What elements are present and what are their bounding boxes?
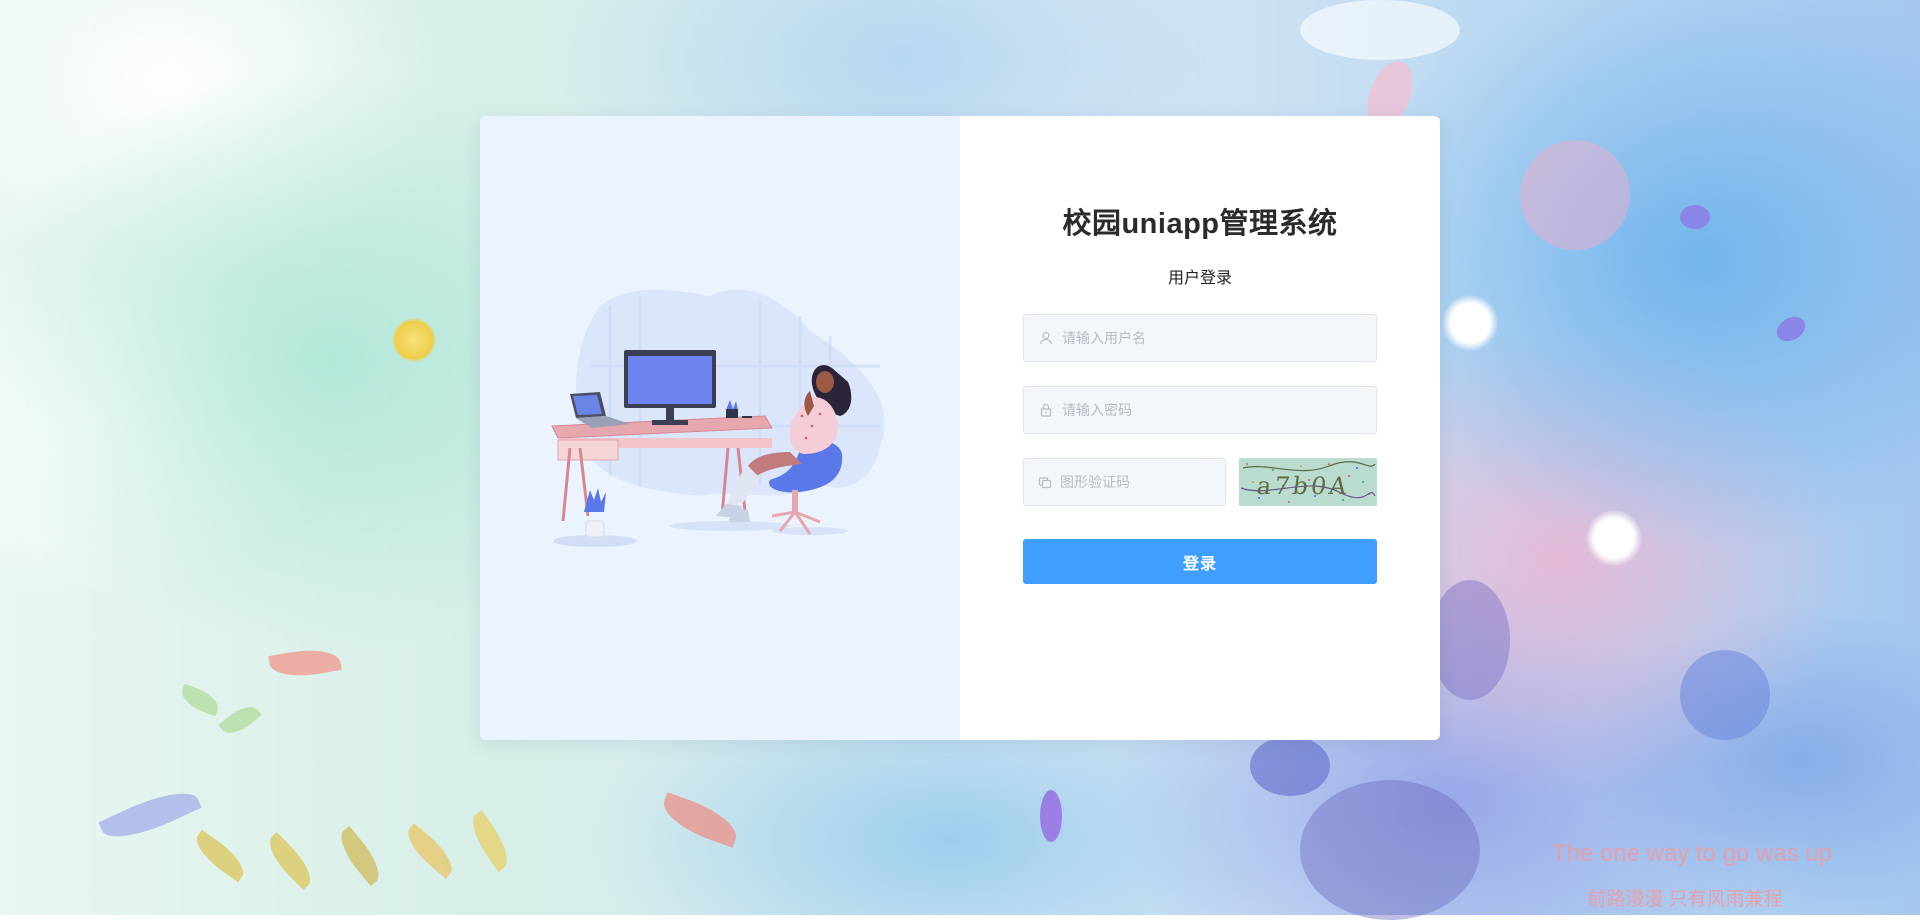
background-blob (1040, 790, 1062, 842)
background-blob (1300, 0, 1460, 60)
watermark-chinese: 前路漫漫 只有风雨兼程 (1587, 889, 1783, 910)
background-leaf (463, 810, 517, 872)
background-leaf (98, 780, 202, 850)
background-leaf (657, 792, 743, 848)
background-blob (1680, 205, 1710, 229)
captcha-image[interactable]: a7b0A (1239, 458, 1377, 506)
login-card: 校园uniapp管理系统 用户登录 请输入用户名 图形验证码 a7b0A 登录 (480, 116, 1440, 740)
background-blob (1680, 650, 1770, 740)
background-leaf (399, 823, 461, 879)
background-leaf (177, 683, 223, 717)
lock-icon (1038, 402, 1054, 418)
login-subtitle: 用户登录 (1167, 270, 1232, 287)
flower-decoration (392, 318, 436, 362)
background-blob (1520, 140, 1630, 250)
background-leaf (189, 829, 251, 883)
flower-decoration (1586, 510, 1642, 566)
background-leaf (268, 644, 342, 682)
watermark-english: The one way to go was up (1551, 840, 1833, 867)
floor-shadow (670, 521, 790, 531)
background-blob (1430, 580, 1510, 700)
background-blob (1772, 311, 1810, 347)
app-title: 校园uniapp管理系统 (1062, 208, 1338, 240)
illustration-panel (480, 116, 960, 740)
user-icon (1038, 330, 1054, 346)
captcha-text: a7b0A (1255, 472, 1351, 500)
background-leaf (332, 825, 388, 887)
captcha-icon (1038, 474, 1052, 490)
desk-item (742, 416, 752, 418)
username-input[interactable] (1062, 315, 1376, 361)
captcha-field[interactable] (1023, 458, 1241, 506)
background-leaf (218, 699, 262, 741)
background-blob (1300, 780, 1480, 920)
username-field[interactable] (1023, 314, 1377, 362)
captcha-input[interactable] (1060, 459, 1241, 505)
flower-decoration (1442, 295, 1498, 351)
password-field[interactable] (1023, 386, 1377, 434)
workspace-illustration (551, 289, 885, 547)
background-blob (1250, 736, 1330, 796)
login-form-panel: 校园uniapp管理系统 用户登录 请输入用户名 图形验证码 a7b0A 登录 (960, 116, 1440, 740)
login-button[interactable]: 登录 (1023, 539, 1377, 584)
password-input[interactable] (1062, 387, 1376, 433)
background-leaf (261, 832, 319, 890)
